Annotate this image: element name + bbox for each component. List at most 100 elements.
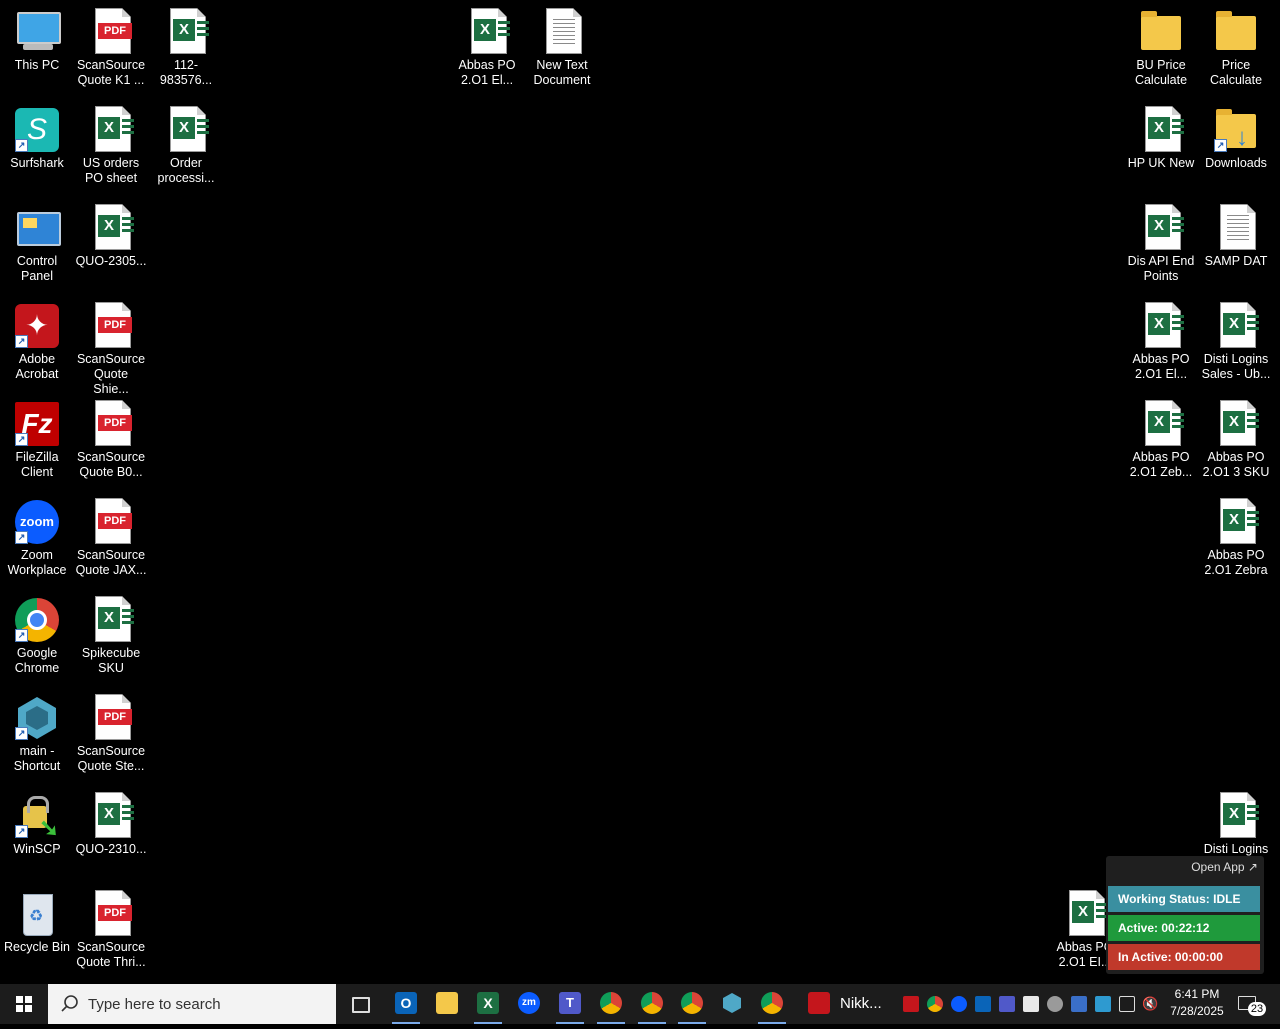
desktop-icon-zoom[interactable]: zoom ↗ Zoom Workplace [0,490,74,578]
icon-label: Dis API End Points [1127,254,1195,283]
taskbar-clock[interactable]: 6:41 PM 7/28/2025 [1162,986,1232,1020]
speaker-muted-icon[interactable]: 🔇 [1142,996,1158,1012]
excel-file-icon: X [1212,400,1260,448]
teams-tray-icon[interactable] [999,996,1015,1012]
desktop-icon-file[interactable]: X Disti Logins [1199,784,1273,857]
zoom-icon: zm [518,992,540,1014]
icon-label: Price Calculate [1209,58,1263,87]
excel-file-icon: X [1212,498,1260,546]
icon-label: ScanSource Quote B0... [76,450,146,479]
app-tray-icon[interactable] [1095,996,1111,1012]
taskbar-chrome-1[interactable] [591,984,631,1024]
desktop-icon-file[interactable]: PDF ScanSource Quote Thri... [74,882,148,970]
shortcut-arrow-icon: ↗ [15,433,28,446]
taskbar-excel[interactable]: X [468,984,508,1024]
notification-center-button[interactable]: 23 [1236,992,1266,1016]
excel-file-icon: X [87,792,135,840]
excel-icon: X [477,992,499,1014]
chrome-tray-icon[interactable] [927,996,943,1012]
desktop-icon-file[interactable]: PDF ScanSource Quote B0... [74,392,148,480]
desktop-icon-adobe-acrobat[interactable]: ✦ ↗ Adobe Acrobat [0,294,74,382]
chrome-icon [600,992,622,1014]
taskbar-chrome-3[interactable] [672,984,712,1024]
security-tray-icon[interactable] [1023,996,1039,1012]
start-button[interactable] [0,984,48,1024]
zoom-tray-icon[interactable] [951,996,967,1012]
desktop-icon-file[interactable]: X Abbas PO 2.O1 El... [1124,294,1198,382]
desktop-icon-chrome[interactable]: ↗ Google Chrome [0,588,74,676]
desktop-icon-main-shortcut[interactable]: ↗ main - Shortcut [0,686,74,774]
pdf-file-icon: PDF [87,302,135,350]
desktop-icon-file[interactable]: PDF ScanSource Quote JAX... [74,490,148,578]
desktop-icon-file[interactable]: X 112-983576... [149,0,223,88]
desktop-icon-file[interactable]: X Abbas PO 2.O1 Zeb... [1124,392,1198,480]
taskbar-teams[interactable]: T [550,984,590,1024]
desktop-icon-file[interactable]: PDF ScanSource Quote Ste... [74,686,148,774]
chart-app-icon [808,992,830,1014]
desktop-icon-downloads[interactable]: ↓ ↗ Downloads [1199,98,1273,171]
taskbar-running-app[interactable]: Nikk... [800,984,890,1024]
desktop-icon-file[interactable]: X QUO-2310... [74,784,148,857]
icon-label: Abbas PO 2.O1 El... [458,58,516,87]
recycle-bin-icon: ♻ [13,890,61,938]
desktop-icon-recycle-bin[interactable]: ♻ Recycle Bin [0,882,74,955]
taskbar-chrome-2[interactable] [632,984,672,1024]
task-view-button[interactable] [340,984,380,1024]
desktop-icon-file[interactable]: X Abbas PO 2.O1 3 SKU [1199,392,1273,480]
desktop-icon-file[interactable]: X Abbas PO 2.O1 Zebra [1199,490,1273,578]
taskbar-search-box[interactable]: Type here to search [48,984,336,1024]
icon-label: WinSCP [13,842,61,856]
icon-label: HP UK New [1127,156,1195,170]
vpn-tray-icon[interactable] [1071,996,1087,1012]
desktop-icon-file[interactable]: PDF ScanSource Quote Shie... [74,294,148,397]
taskbar-chrome-4[interactable] [752,984,792,1024]
desktop-icon-filezilla[interactable]: Fz ↗ FileZilla Client [0,392,74,480]
icon-label: Spikecube SKU [81,646,141,675]
icon-label: Disti Logins Sales - Ub... [1201,352,1271,381]
desktop-icon-folder[interactable]: Price Calculate [1199,0,1273,88]
desktop-icon-folder[interactable]: BU Price Calculate [1124,0,1198,88]
open-app-link[interactable]: Open App ↗ [1191,860,1258,874]
desktop-icon-file[interactable]: X Disti Logins Sales - Ub... [1199,294,1273,382]
folder-icon [1137,8,1185,56]
working-status-label: Working Status: IDLE [1108,886,1260,912]
desktop-icon-file[interactable]: X Spikecube SKU [74,588,148,676]
icon-label: ScanSource Quote Ste... [76,744,146,773]
taskbar-outlook[interactable]: O [386,984,426,1024]
network-icon[interactable] [1119,996,1135,1012]
desktop-icon-control-panel[interactable]: Control Panel [0,196,74,284]
desktop-icon-file[interactable]: X US orders PO sheet [74,98,148,186]
taskbar-file-explorer[interactable] [427,984,467,1024]
desktop-icon-this-pc[interactable]: This PC [0,0,74,73]
icon-label: Order processi... [157,156,215,185]
desktop-icon-file[interactable]: New Text Document [525,0,599,88]
icon-label: This PC [14,58,60,72]
text-file-icon [1212,204,1260,252]
icon-label: ScanSource Quote Shie... [76,352,146,396]
search-placeholder: Type here to search [88,996,221,1013]
desktop-icon-file[interactable]: X HP UK New [1124,98,1198,171]
taskbar-zoom[interactable]: zm [509,984,549,1024]
outlook-tray-icon[interactable] [975,996,991,1012]
excel-file-icon: X [1137,302,1185,350]
icon-label: Abbas PO 2.O1 El... [1132,352,1190,381]
icon-label: QUO-2305... [75,254,147,268]
desktop-icon-file[interactable]: PDF ScanSource Quote K1 ... [74,0,148,88]
desktop-icon-file[interactable]: X Dis API End Points [1124,196,1198,284]
chrome-icon [761,992,783,1014]
winscp-icon: ➘ ↗ [13,792,61,842]
icon-label: main - Shortcut [13,744,61,773]
taskbar-hexagon-app[interactable] [712,984,752,1024]
desktop-icon-file[interactable]: SAMP DAT [1199,196,1273,269]
desktop-icon-surfshark[interactable]: S ↗ Surfshark [0,98,74,171]
excel-file-icon: X [87,106,135,154]
icon-label: Abbas PO 2.O1 Zebra [1204,548,1268,577]
icon-label: ScanSource Quote Thri... [76,940,146,969]
desktop-icon-file[interactable]: X QUO-2305... [74,196,148,269]
desktop-icon-winscp[interactable]: ➘ ↗ WinSCP [0,784,74,857]
network-tray-icon[interactable] [1047,996,1063,1012]
desktop-icon-file[interactable]: X Abbas PO 2.O1 El... [450,0,524,88]
desktop-icon-file[interactable]: X Order processi... [149,98,223,186]
acrobat-icon: ✦ ↗ [13,302,61,350]
acrobat-tray-icon[interactable] [903,996,919,1012]
